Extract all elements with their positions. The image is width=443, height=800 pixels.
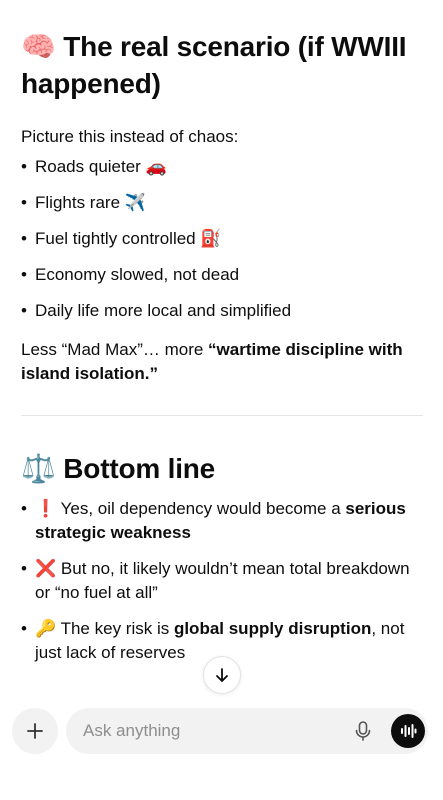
cross-mark-icon: ❌ <box>35 559 57 579</box>
heading-text: The real scenario (if WWIII happened) <box>21 31 407 99</box>
heading-text: Bottom line <box>63 453 216 484</box>
message-input[interactable]: Ask anything <box>66 708 428 754</box>
list-item-text: Daily life more local and simplified <box>35 301 292 320</box>
bullet: • <box>21 193 27 212</box>
list-item: • Fuel tightly controlled ⛽ <box>21 227 425 251</box>
airplane-icon: ✈️ <box>124 193 146 213</box>
closing-plain: Less “Mad Max”… more <box>21 340 209 359</box>
list-item-text: Roads quieter <box>35 157 141 176</box>
list-item: • Roads quieter 🚗 <box>21 155 425 179</box>
bullet: • <box>21 229 27 248</box>
list-item-text: The key risk is <box>60 619 174 638</box>
bullet: • <box>21 619 27 638</box>
fuel-pump-icon: ⛽ <box>200 229 222 249</box>
composer-bar: Ask anything <box>0 700 443 800</box>
bullet: • <box>21 559 27 578</box>
add-attachment-button[interactable] <box>12 708 58 754</box>
scenario-list: • Roads quieter 🚗 • Flights rare ✈️ • Fu… <box>21 155 425 323</box>
section-divider <box>21 415 423 416</box>
balance-scale-icon: ⚖️ <box>21 452 56 485</box>
bullet: • <box>21 157 27 176</box>
list-item: • Daily life more local and simplified <box>21 299 425 323</box>
list-item-text: Yes, oil dependency would become a <box>60 499 346 518</box>
list-item-text: Flights rare <box>35 193 121 212</box>
list-item: • Flights rare ✈️ <box>21 191 425 215</box>
section-heading-bottom-line: ⚖️ Bottom line <box>21 450 425 487</box>
intro-text: Picture this instead of chaos: <box>21 127 239 146</box>
list-item: • ❌ But no, it likely wouldn’t mean tota… <box>21 557 425 605</box>
scroll-to-bottom-button[interactable] <box>203 656 241 694</box>
bullet: • <box>21 265 27 284</box>
list-item: • ❗ Yes, oil dependency would become a s… <box>21 497 425 545</box>
exclamation-icon: ❗ <box>35 499 57 519</box>
bullet: • <box>21 499 27 518</box>
list-item-text: Fuel tightly controlled <box>35 229 196 248</box>
list-item-bold: global supply disruption <box>173 619 372 638</box>
voice-mode-button[interactable] <box>391 714 425 748</box>
bullet: • <box>21 301 27 320</box>
car-icon: 🚗 <box>145 157 167 177</box>
message-content: 🧠 The real scenario (if WWIII happened) … <box>21 0 425 677</box>
input-placeholder: Ask anything <box>83 721 181 740</box>
key-icon: 🔑 <box>35 619 57 639</box>
voice-mode-icon <box>401 724 417 738</box>
closing-text: Less “Mad Max”… more “wartime discipline… <box>21 338 425 386</box>
list-item-text: But no, it likely wouldn’t mean total br… <box>35 559 410 602</box>
microphone-icon[interactable] <box>352 720 374 742</box>
arrow-down-icon <box>216 668 228 682</box>
list-item: • Economy slowed, not dead <box>21 263 425 287</box>
brain-icon: 🧠 <box>21 30 56 63</box>
section-heading-scenario: 🧠 The real scenario (if WWIII happened) <box>21 28 425 102</box>
list-item-text: Economy slowed, not dead <box>35 265 240 284</box>
bottom-line-list: • ❗ Yes, oil dependency would become a s… <box>21 497 425 665</box>
plus-icon <box>27 723 43 739</box>
